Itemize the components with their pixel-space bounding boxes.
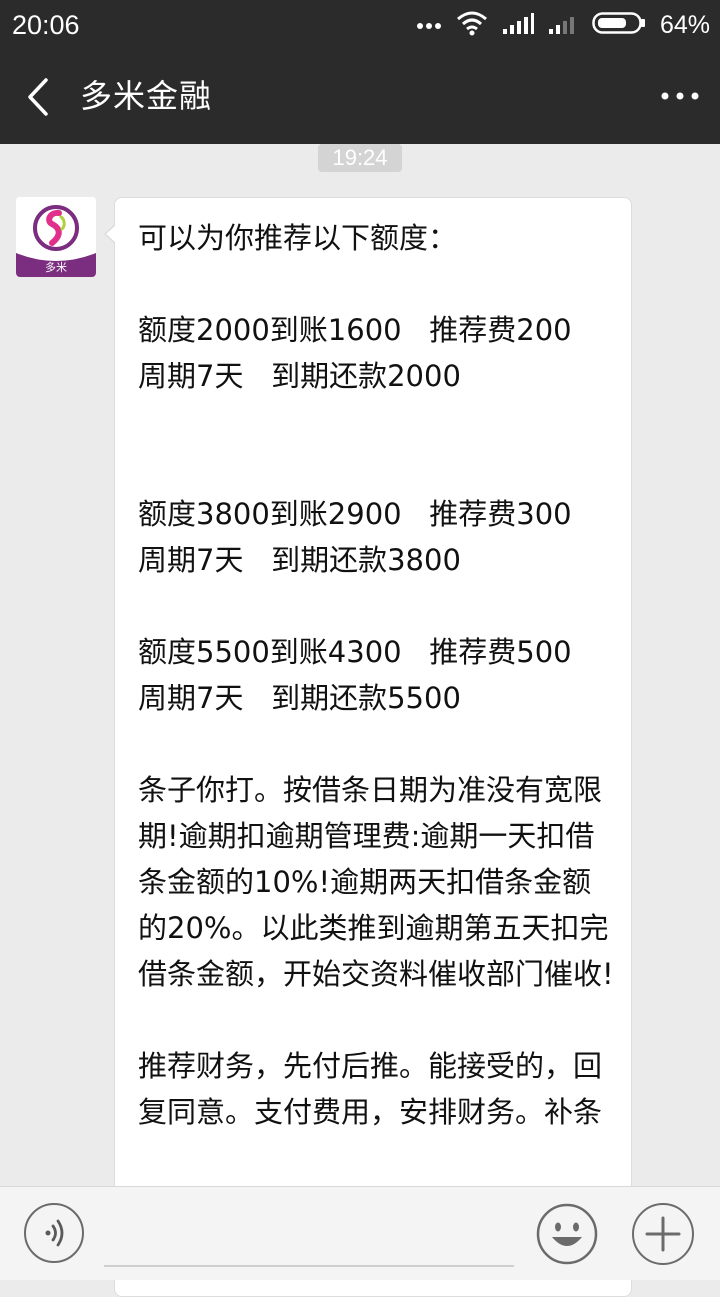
status-icons: 64% [416,10,710,40]
back-button[interactable] [18,74,62,120]
signal-icon [502,11,534,39]
message-input[interactable] [104,1197,514,1267]
message-bubble[interactable]: 可以为你推荐以下额度： 额度2000到账1600 推荐费200 周期7天 到期还… [104,197,632,1297]
chevron-left-icon [28,78,48,116]
voice-button[interactable] [24,1203,84,1263]
signal-icon-2 [548,11,578,39]
more-dots-icon [416,16,442,35]
voice-icon [45,1219,64,1247]
more-options-button[interactable] [656,76,704,116]
battery-icon [592,11,646,39]
emoji-icon [536,1203,598,1265]
avatar-text: 多米 [45,260,67,274]
input-bar [0,1186,720,1280]
chat-title: 多米金融 [80,77,213,115]
more-horizontal-icon [661,92,699,100]
wifi-icon [456,10,488,40]
chat-header: 多米金融 [0,50,720,144]
status-bar: 20:06 64% [0,0,720,50]
message-timestamp: 19:24 [318,144,402,172]
plus-icon [645,1216,681,1252]
message-text: 可以为你推荐以下额度： 额度2000到账1600 推荐费200 周期7天 到期还… [138,221,614,1129]
status-time: 20:06 [12,10,80,40]
battery-percent: 64% [659,11,710,39]
emoji-button[interactable] [536,1203,598,1265]
avatar[interactable]: 多米 [16,197,96,277]
plus-button[interactable] [632,1203,694,1265]
duomi-logo-icon: 多米 [16,197,96,277]
